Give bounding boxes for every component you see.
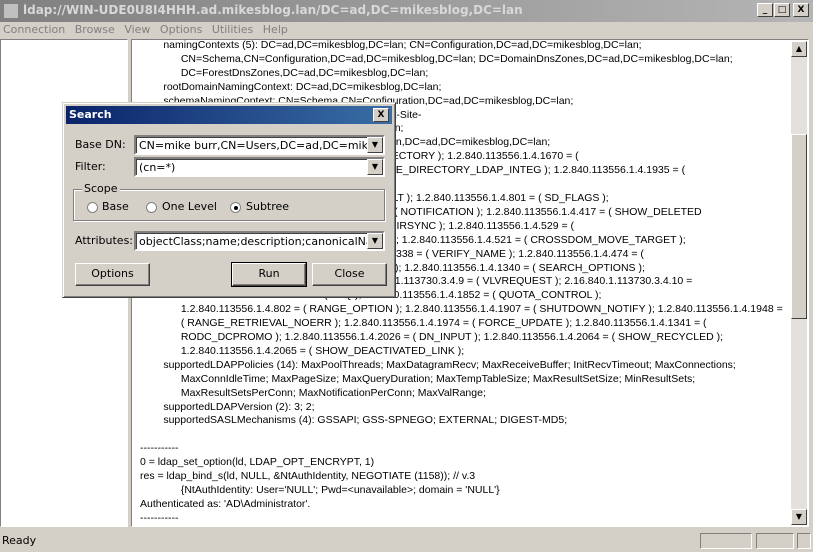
filter-label: Filter: xyxy=(75,160,106,173)
output-line: supportedLDAPPolicies (14): MaxPoolThrea… xyxy=(140,358,736,371)
base-dn-combo[interactable]: CN=mike burr,CN=Users,DC=ad,DC=mikesblog… xyxy=(134,135,385,155)
output-line: 0 = ldap_set_option(ld, LDAP_OPT_ENCRYPT… xyxy=(140,456,375,469)
status-bar: Ready xyxy=(0,530,813,552)
app-icon xyxy=(3,3,19,19)
search-dialog-close-icon[interactable]: X xyxy=(373,108,389,122)
output-line: MaxConnIdleTime; MaxPageSize; MaxQueryDu… xyxy=(140,372,696,385)
menu-utilities[interactable]: Utilities xyxy=(209,22,256,36)
filter-value: (cn=*) xyxy=(139,161,176,174)
attributes-label: Attributes: xyxy=(75,234,134,247)
output-line: 1.2.840.113556.1.4.802 = ( RANGE_OPTION … xyxy=(140,303,783,316)
scope-one-level-radio[interactable] xyxy=(146,202,157,213)
close-button[interactable]: X xyxy=(793,3,809,17)
options-button[interactable]: Options xyxy=(75,263,150,286)
output-line: MaxResultSetsPerConn; MaxNotificationPer… xyxy=(140,386,486,399)
attributes-combo[interactable]: objectClass;name;description;canonicalNa… xyxy=(134,231,385,251)
output-line: RODC_DCPROMO ); 1.2.840.113556.1.4.2026 … xyxy=(140,331,724,344)
search-dialog-title-bar[interactable]: Search X xyxy=(66,106,392,124)
status-panel-1 xyxy=(700,533,752,549)
output-line: ----------- xyxy=(140,511,179,524)
base-dn-value: CN=mike burr,CN=Users,DC=ad,DC=mikesblog xyxy=(139,139,385,152)
output-line: res = ldap_bind_s(ld, NULL, &NtAuthIdent… xyxy=(140,470,476,483)
attributes-value: objectClass;name;description;canonicalNa… xyxy=(139,235,385,248)
scroll-thumb[interactable] xyxy=(791,134,807,319)
attributes-dropdown-icon[interactable]: ▼ xyxy=(367,233,383,249)
run-button[interactable]: Run xyxy=(231,262,307,287)
search-dialog: Search X Base DN: CN=mike burr,CN=Users,… xyxy=(62,102,396,298)
output-line: ( RANGE_RETRIEVAL_NOERR ); 1.2.840.11355… xyxy=(140,317,707,330)
menu-options[interactable]: Options xyxy=(157,22,205,36)
size-grip[interactable] xyxy=(797,533,811,549)
scope-subtree-radio[interactable] xyxy=(230,202,241,213)
menu-browse[interactable]: Browse xyxy=(72,22,118,36)
scope-group: Scope Base One Level Subtree xyxy=(73,182,385,221)
output-line: {NtAuthIdentity: User='NULL'; Pwd=<unava… xyxy=(140,484,500,496)
filter-combo[interactable]: (cn=*) ▼ xyxy=(134,157,385,177)
scope-base-label[interactable]: Base xyxy=(102,200,129,213)
title-bar[interactable]: ldap://WIN-UDE0U8I4HHH.ad.mikesblog.lan/… xyxy=(0,0,813,22)
output-line: 1.2.840.113556.1.4.2065 = ( SHOW_DEACTIV… xyxy=(140,344,465,357)
maximize-button[interactable]: □ xyxy=(774,3,790,17)
minimize-button[interactable]: _ xyxy=(757,3,773,17)
output-line: DC=ForestDnsZones,DC=ad,DC=mikesblog,DC=… xyxy=(140,66,429,79)
window-title: ldap://WIN-UDE0U8I4HHH.ad.mikesblog.lan/… xyxy=(23,3,523,17)
output-line: namingContexts (5): DC=ad,DC=mikesblog,D… xyxy=(140,39,642,51)
output-line: ----------- xyxy=(140,442,179,455)
menu-bar: Connection Browse View Options Utilities… xyxy=(0,22,813,39)
output-line: rootDomainNamingContext: DC=ad,DC=mikesb… xyxy=(140,80,442,93)
status-panel-2 xyxy=(756,533,794,549)
menu-view[interactable]: View xyxy=(121,22,153,36)
filter-dropdown-icon[interactable]: ▼ xyxy=(367,159,383,175)
menu-connection[interactable]: Connection xyxy=(0,22,68,36)
close-dialog-button[interactable]: Close xyxy=(312,263,387,286)
base-dn-label: Base DN: xyxy=(75,138,126,151)
scope-label: Scope xyxy=(82,182,120,195)
search-dialog-title: Search xyxy=(69,108,112,121)
scope-subtree-label[interactable]: Subtree xyxy=(246,200,289,213)
output-line: supportedSASLMechanisms (4): GSSAPI; GSS… xyxy=(140,414,568,427)
scroll-up-arrow-icon[interactable]: ▲ xyxy=(791,41,807,57)
output-line: supportedLDAPVersion (2): 3; 2; xyxy=(140,400,315,413)
scope-one-level-label[interactable]: One Level xyxy=(162,200,217,213)
menu-help[interactable]: Help xyxy=(260,22,291,36)
output-line: Authenticated as: 'AD\Administrator'. xyxy=(140,497,311,510)
scroll-down-arrow-icon[interactable]: ▼ xyxy=(791,509,807,525)
vertical-scrollbar[interactable]: ▲ ▼ xyxy=(791,41,807,525)
output-line: CN=Schema,CN=Configuration,DC=ad,DC=mike… xyxy=(140,52,733,65)
status-text: Ready xyxy=(2,534,37,547)
base-dn-dropdown-icon[interactable]: ▼ xyxy=(367,137,383,153)
scope-base-radio[interactable] xyxy=(87,202,98,213)
